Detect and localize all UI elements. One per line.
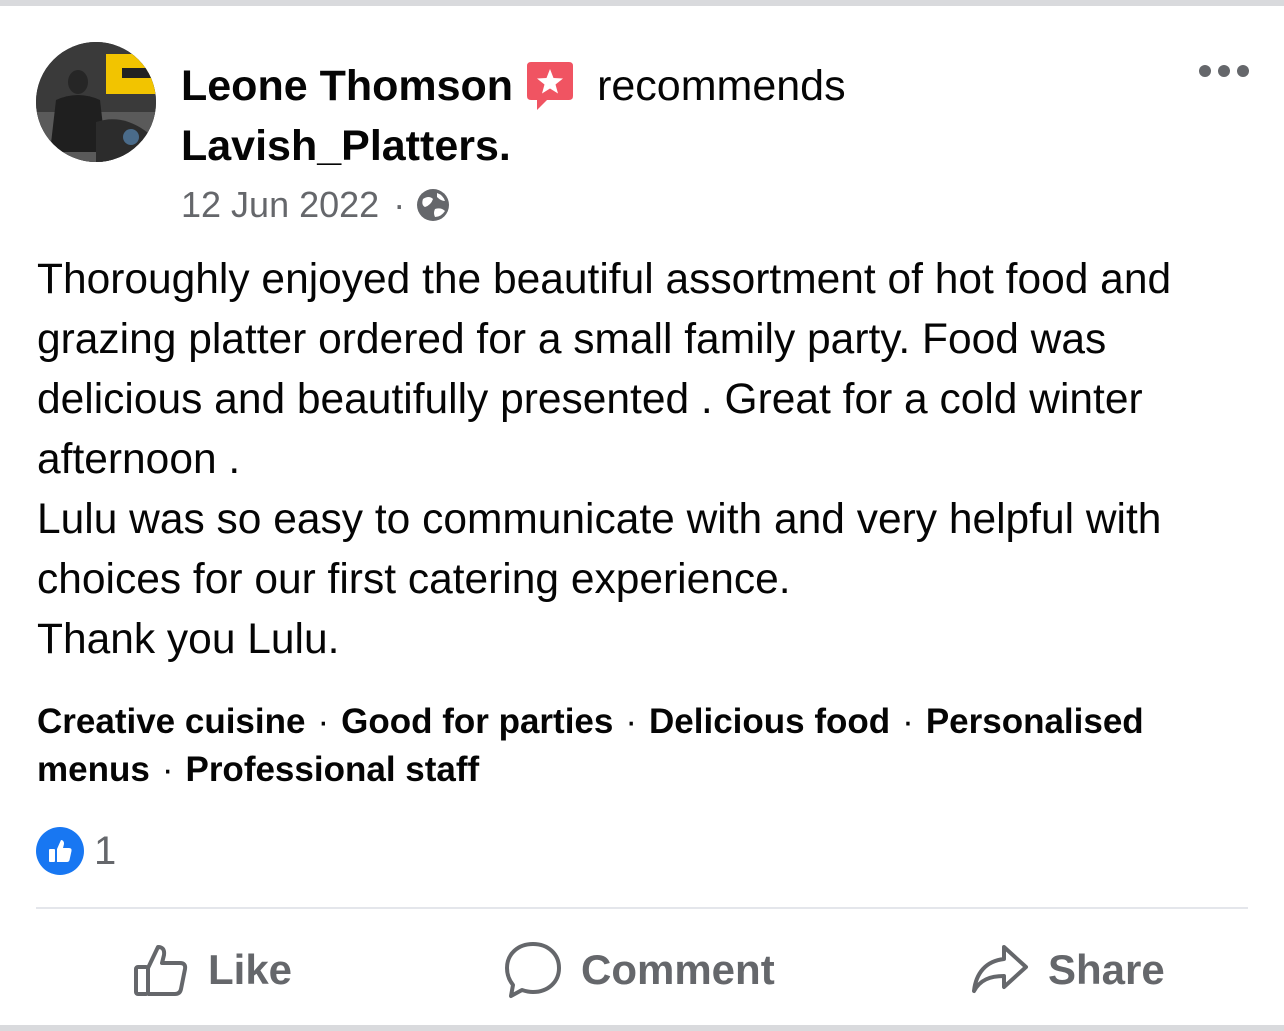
post-body-paragraph: Lulu was so easy to communicate with and… bbox=[37, 496, 1162, 603]
comment-button[interactable]: Comment bbox=[503, 932, 775, 1008]
globe-icon[interactable] bbox=[415, 187, 451, 223]
top-separator-bar bbox=[0, 0, 1284, 6]
tag: Good for parties bbox=[341, 702, 614, 741]
more-options-icon[interactable] bbox=[1196, 58, 1252, 84]
avatar-image bbox=[36, 42, 156, 162]
like-button[interactable]: Like bbox=[132, 932, 292, 1008]
recommends-text: recommends bbox=[597, 61, 846, 110]
tag-separator: · bbox=[902, 702, 914, 741]
avatar[interactable] bbox=[36, 42, 156, 162]
post-header: Leone Thomson recommends bbox=[181, 58, 846, 114]
reaction-summary[interactable]: 1 bbox=[36, 826, 116, 876]
post-body-paragraph: Thank you Lulu. bbox=[37, 616, 340, 663]
post-body: Thoroughly enjoyed the beautiful assortm… bbox=[37, 250, 1257, 670]
share-label: Share bbox=[1048, 946, 1165, 993]
tag: Professional staff bbox=[185, 750, 480, 789]
comment-bubble-icon bbox=[505, 942, 561, 998]
thumbs-up-icon bbox=[134, 945, 188, 996]
share-arrow-icon bbox=[972, 945, 1028, 993]
share-button[interactable]: Share bbox=[970, 932, 1165, 1008]
tag-separator: · bbox=[317, 702, 330, 741]
tag: Delicious food bbox=[649, 702, 891, 741]
like-label: Like bbox=[208, 946, 293, 993]
like-reaction-icon bbox=[36, 827, 84, 875]
post-date[interactable]: 12 Jun 2022 bbox=[181, 184, 379, 226]
bottom-separator-bar bbox=[0, 1025, 1284, 1031]
comment-label: Comment bbox=[581, 946, 775, 993]
tag: Creative cuisine bbox=[37, 702, 306, 741]
post-body-paragraph: Thoroughly enjoyed the beautiful assortm… bbox=[37, 256, 1172, 483]
recommendation-tags: Creative cuisine · Good for parties · Delici… bbox=[37, 698, 1257, 794]
reaction-count: 1 bbox=[94, 828, 117, 873]
post-meta: 12 Jun 2022 · bbox=[181, 182, 451, 228]
tag-separator: · bbox=[625, 702, 638, 741]
recommend-star-icon bbox=[525, 60, 575, 112]
page-name-link[interactable]: Lavish_Platters. bbox=[181, 118, 511, 174]
tag-separator: · bbox=[161, 750, 174, 789]
author-name[interactable]: Leone Thomson bbox=[181, 62, 513, 111]
action-divider bbox=[36, 907, 1248, 909]
meta-separator: · bbox=[393, 184, 406, 225]
